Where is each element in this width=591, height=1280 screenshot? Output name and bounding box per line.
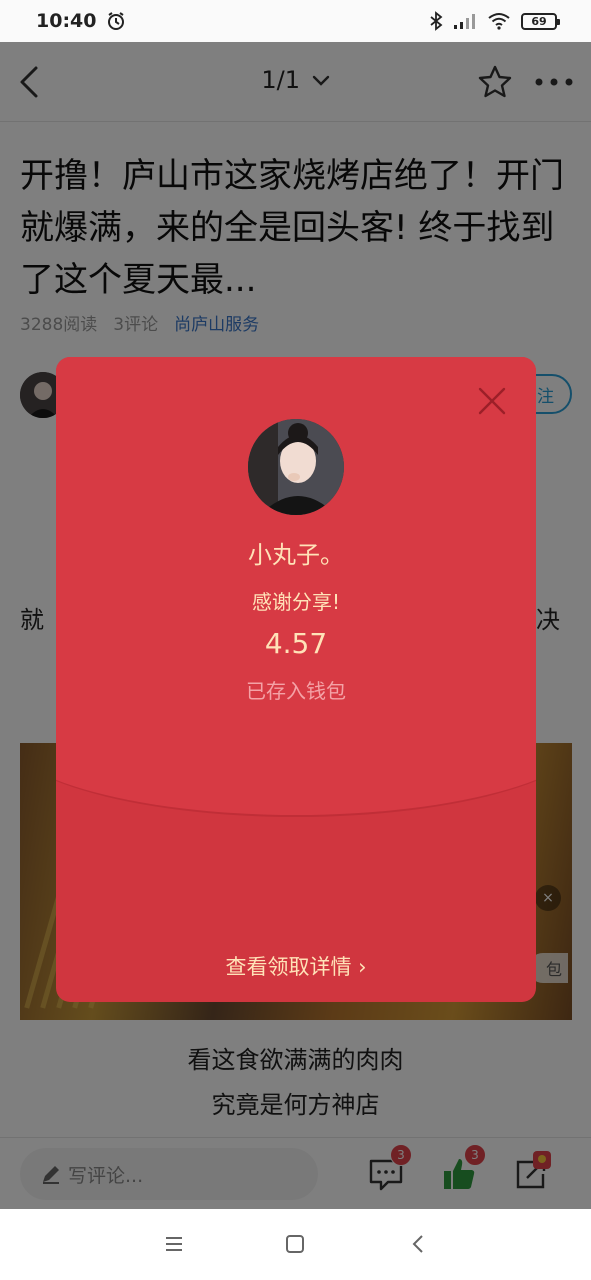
view-details-link[interactable]: 查看领取详情 › [56,951,536,981]
battery-indicator: 69 [521,12,560,30]
close-icon[interactable] [476,385,508,417]
system-back-icon[interactable] [408,1233,430,1255]
sender-name: 小丸子。 [248,541,344,569]
signal-icon [454,14,475,29]
envelope-amount: 4.57 [264,627,328,660]
bluetooth-icon [430,11,443,31]
status-time: 10:40 [36,10,97,32]
battery-level: 69 [531,14,547,28]
status-bar: 10:40 69 [0,0,591,42]
wifi-icon [488,13,510,30]
menu-icon[interactable] [163,1233,185,1255]
red-envelope-modal: 小丸子。 感谢分享! 4.57 已存入钱包 查看领取详情 › [56,357,536,1002]
system-nav-bar [0,1209,591,1280]
envelope-message: 感谢分享! [251,590,341,614]
alarm-icon [108,12,125,30]
sender-avatar [248,419,344,515]
wallet-status: 已存入钱包 [246,679,346,703]
status-icons: 69 [429,11,560,31]
home-icon[interactable] [284,1233,306,1255]
